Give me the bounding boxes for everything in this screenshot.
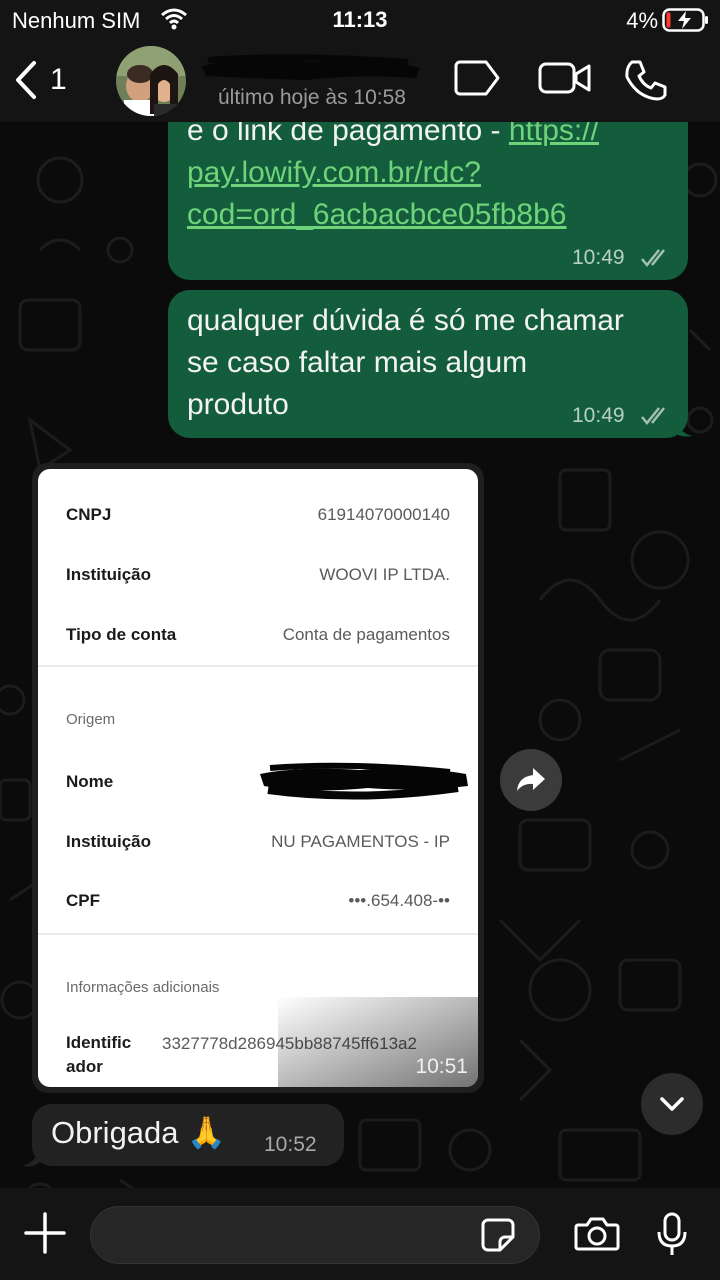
chevron-down-icon [660, 1097, 684, 1111]
receipt-row: Instituição NU PAGAMENTOS - IP [66, 827, 450, 857]
message-input-bar [0, 1188, 720, 1280]
status-bar: Nenhum SIM 11:13 4% [0, 0, 720, 40]
message-input[interactable] [90, 1206, 540, 1264]
avatar-photo [116, 46, 186, 116]
receipt-label: Instituição [66, 832, 152, 851]
label-tag-icon[interactable] [454, 58, 502, 98]
section-title: Origem [66, 711, 116, 728]
message-bubble-outgoing[interactable]: e o link de pagamento - https:// pay.low… [168, 100, 688, 280]
receipt-row: CNPJ 61914070000140 [66, 500, 450, 530]
receipt-image: CNPJ 61914070000140 Instituição WOOVI IP… [38, 469, 478, 1087]
receipt-value: 61914070000140 [317, 505, 450, 524]
camera-icon[interactable] [574, 1215, 620, 1253]
plus-icon[interactable] [22, 1210, 68, 1256]
message-time: 10:51 [415, 1055, 468, 1078]
back-button[interactable]: 1 [14, 56, 84, 104]
receipt-value: NU PAGAMENTOS - IP [271, 832, 450, 851]
double-check-read-icon [641, 407, 665, 425]
last-seen-status: último hoje às 10:58 [218, 86, 406, 109]
image-message[interactable]: CNPJ 61914070000140 Instituição WOOVI IP… [32, 463, 484, 1093]
battery-percent: 4% [626, 8, 658, 33]
message-line: se caso faltar mais algum [187, 346, 528, 379]
back-chevron-icon [16, 61, 36, 99]
section-title: Informações adicionais [66, 979, 220, 996]
message-time: 10:49 [572, 404, 625, 427]
receipt-value: Conta de pagamentos [282, 625, 450, 644]
receipt-row: CPF •••.654.408-•• [66, 886, 450, 916]
receipt-label: CPF [66, 891, 100, 910]
scroll-to-bottom-button[interactable] [641, 1073, 703, 1135]
receipt-row: Tipo de conta Conta de pagamentos [66, 620, 450, 650]
identificador-label-line: ador [66, 1057, 103, 1076]
message-text: e o link de pagamento - https:// pay.low… [187, 110, 667, 236]
unread-count: 1 [50, 63, 67, 96]
receipt-row: Instituição WOOVI IP LTDA. [66, 560, 450, 590]
receipt-label: Identific ador [66, 1031, 131, 1079]
forward-button[interactable] [500, 749, 562, 811]
receipt-value: •••.654.408-•• [348, 891, 450, 910]
microphone-icon[interactable] [656, 1212, 688, 1258]
battery-charging-icon [662, 8, 708, 32]
receipt-label: Tipo de conta [66, 625, 177, 644]
divider [38, 933, 478, 935]
receipt-label: Nome [66, 772, 114, 791]
clock: 11:13 [332, 7, 388, 32]
message-bubble-incoming[interactable]: Obrigada 🙏 10:52 [22, 1104, 344, 1167]
payment-link[interactable]: cod=ord_6acbacbce05fb8b6 [187, 198, 566, 231]
sticker-icon[interactable] [480, 1217, 516, 1253]
message-line: produto [187, 388, 289, 421]
bubble-tail [22, 1148, 40, 1167]
name-redacted [260, 762, 468, 800]
divider [38, 665, 478, 667]
receipt-label: Instituição [66, 565, 152, 584]
receipt-row: Nome [66, 762, 468, 800]
message-text: Obrigada 🙏 [51, 1115, 226, 1150]
avatar[interactable] [116, 46, 186, 116]
bubble-tail [674, 418, 692, 437]
double-check-read-icon [641, 249, 665, 267]
message-time: 10:49 [572, 246, 625, 269]
message-bubble-outgoing[interactable]: qualquer dúvida é só me chamar se caso f… [168, 290, 692, 438]
receipt-label: CNPJ [66, 505, 112, 524]
message-line: qualquer dúvida é só me chamar [187, 304, 624, 337]
phone-icon[interactable] [624, 58, 668, 102]
identificador-label-line: Identific [66, 1033, 132, 1052]
receipt-value: WOOVI IP LTDA. [319, 565, 450, 584]
payment-link[interactable]: pay.lowify.com.br/rdc? [187, 156, 481, 189]
forward-arrow-icon [517, 768, 545, 791]
video-call-icon[interactable] [538, 58, 592, 98]
message-time: 10:52 [264, 1133, 317, 1156]
contact-name-redacted[interactable] [198, 52, 424, 82]
chat-header: 1 último hoje às 10:58 [0, 40, 720, 122]
